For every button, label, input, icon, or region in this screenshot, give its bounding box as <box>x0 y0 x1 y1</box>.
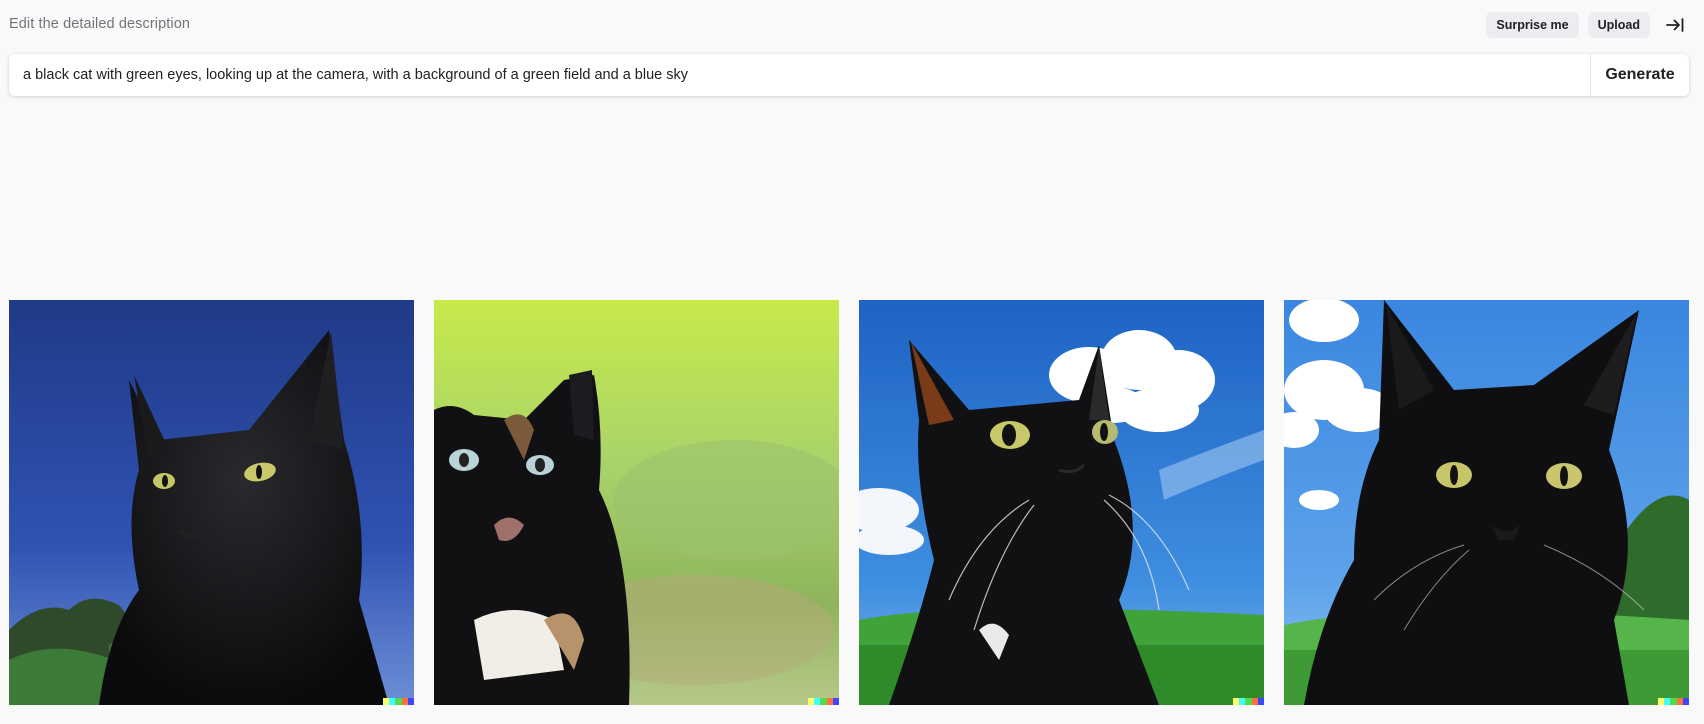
arrow-right-to-bar-icon <box>1666 18 1684 32</box>
generated-image-1[interactable] <box>9 300 414 705</box>
generated-image-3[interactable] <box>859 300 1264 705</box>
generated-image-2[interactable] <box>434 300 839 705</box>
edit-description-label: Edit the detailed description <box>9 16 191 32</box>
prompt-bar: Generate <box>9 54 1689 96</box>
cat-image-1 <box>9 300 414 705</box>
signature-strip-4 <box>1658 698 1689 705</box>
upload-button[interactable]: Upload <box>1587 12 1650 38</box>
signature-strip-3 <box>1233 698 1264 705</box>
signature-strip-2 <box>808 698 839 705</box>
generate-button[interactable]: Generate <box>1590 54 1689 96</box>
cat-image-3 <box>859 300 1264 705</box>
prompt-input[interactable] <box>9 54 1590 96</box>
signature-swatch <box>1682 698 1689 705</box>
signature-swatch <box>1257 698 1264 705</box>
generated-image-4[interactable] <box>1284 300 1689 705</box>
collapse-panel-button[interactable] <box>1662 12 1688 38</box>
image-gallery <box>9 300 1689 705</box>
surprise-me-button[interactable]: Surprise me <box>1486 12 1579 38</box>
signature-strip-1 <box>383 698 414 705</box>
header-actions: Surprise me Upload <box>1486 12 1688 38</box>
header-bar: Edit the detailed description Surprise m… <box>0 0 1704 50</box>
cat-image-2 <box>434 300 839 705</box>
signature-swatch <box>832 698 839 705</box>
cat-image-4 <box>1284 300 1689 705</box>
signature-swatch <box>407 698 414 705</box>
